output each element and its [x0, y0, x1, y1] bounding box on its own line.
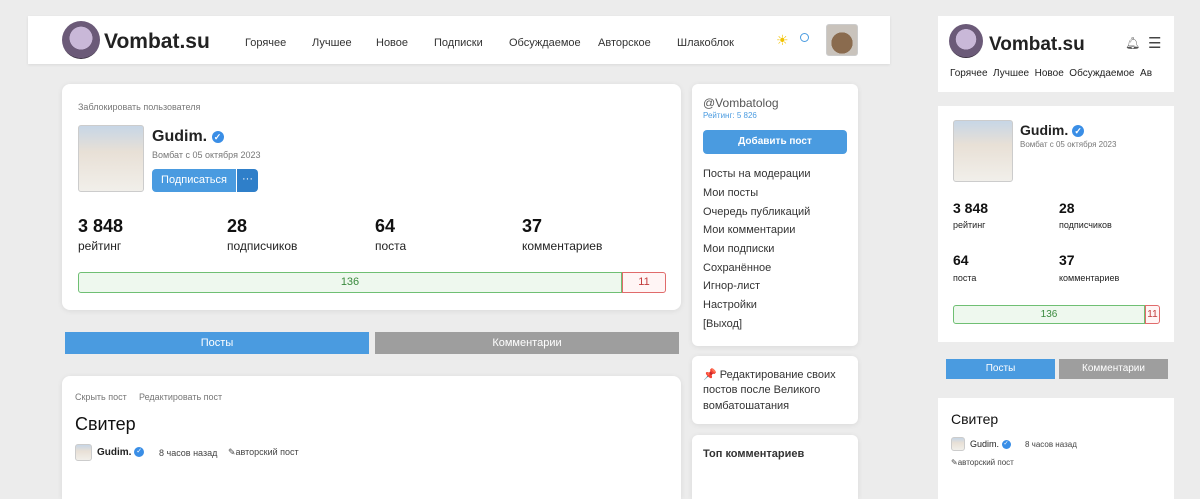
mobile-stat-rating-value: 3 848: [953, 200, 989, 216]
mobile-stat-comments-label: комментариев: [1059, 273, 1120, 283]
mobile-nav[interactable]: Горячее Лучшее Новое Обсуждаемое Ав: [950, 68, 1164, 79]
more-button[interactable]: ···: [237, 169, 258, 192]
hide-post-link[interactable]: Скрыть пост: [75, 392, 127, 402]
profile-avatar: [78, 125, 144, 192]
stat-comments-label: комментариев: [522, 239, 603, 253]
mobile-stat-posts-label: поста: [953, 273, 977, 283]
menu-my-posts[interactable]: Мои посты: [703, 187, 758, 199]
post-title[interactable]: Свитер: [75, 414, 136, 435]
mobile-profile-name-row: Gudim. ✓: [1020, 122, 1085, 138]
stat-subscribers-label: подписчиков: [227, 239, 298, 253]
mobile-profile-since: Вомбат с 05 октября 2023: [1020, 140, 1117, 149]
post-tag[interactable]: авторский пост: [236, 447, 299, 457]
mobile-votes-plus-bar: 136: [953, 305, 1145, 324]
votes-plus-bar: 136: [78, 272, 622, 293]
notice-line-2[interactable]: постов после Великого: [703, 384, 820, 396]
verified-icon: ✓: [1072, 125, 1085, 138]
profile-since: Вомбат с 05 октября 2023: [152, 150, 261, 160]
post-time: 8 часов назад: [159, 448, 218, 458]
search-icon[interactable]: [800, 33, 809, 42]
verified-icon: ✓: [211, 130, 224, 143]
menu-ignore-list[interactable]: Игнор-лист: [703, 280, 760, 292]
stat-subscribers-value: 28: [227, 216, 248, 236]
stat-comments-value: 37: [522, 216, 543, 236]
stat-rating-value: 3 848: [78, 216, 124, 236]
menu-saved[interactable]: Сохранённое: [703, 262, 771, 274]
mobile-tab-posts[interactable]: Посты: [946, 359, 1055, 379]
mobile-post-title[interactable]: Свитер: [951, 411, 998, 427]
mobile-stat-posts-value: 64: [953, 252, 969, 268]
nav-block[interactable]: Шлакоблок: [677, 37, 734, 49]
verified-icon: ✓: [1001, 440, 1011, 450]
sidebar-username[interactable]: @Vombatolog: [703, 96, 779, 110]
block-user-link[interactable]: Заблокировать пользователя: [78, 102, 200, 112]
mobile-author-avatar[interactable]: [951, 437, 965, 451]
mobile-author-name[interactable]: Gudim.: [970, 439, 999, 449]
notice-line-1[interactable]: 📌 Редактирование своих: [703, 368, 836, 381]
profile-name: Gudim.: [152, 128, 208, 145]
verified-icon: ✓: [134, 447, 145, 458]
edit-pencil-icon: ✎: [951, 458, 958, 467]
nav-hot[interactable]: Горячее: [245, 37, 286, 49]
mobile-post-tag[interactable]: авторский пост: [958, 458, 1014, 467]
votes-minus-bar: 11: [622, 272, 666, 293]
mobile-profile-name: Gudim.: [1020, 122, 1069, 138]
mobile-votes-minus-bar: 11: [1145, 305, 1160, 324]
nav-author[interactable]: Авторское: [598, 37, 651, 49]
notice-line-3[interactable]: вомбатошатания: [703, 400, 789, 412]
mobile-post-time: 8 часов назад: [1025, 440, 1077, 449]
bell-icon[interactable]: 🔔︎: [1125, 36, 1140, 50]
profile-name-row: Gudim. ✓: [152, 128, 224, 146]
nav-best[interactable]: Лучшее: [312, 37, 352, 49]
nav-new[interactable]: Новое: [376, 37, 408, 49]
mobile-tab-comments[interactable]: Комментарии: [1059, 359, 1168, 379]
stat-posts-label: поста: [375, 239, 407, 253]
menu-logout[interactable]: [Выход]: [703, 318, 742, 330]
post-tag-row: ✎авторский пост: [228, 447, 299, 458]
brand-name[interactable]: Vombat.su: [104, 30, 210, 54]
menu-settings[interactable]: Настройки: [703, 299, 757, 311]
mobile-stat-comments-value: 37: [1059, 252, 1075, 268]
post-author-row: Gudim. ✓: [97, 447, 145, 458]
nav-subscriptions[interactable]: Подписки: [434, 37, 483, 49]
stat-posts-value: 64: [375, 216, 396, 236]
nav-discussed[interactable]: Обсуждаемое: [509, 37, 581, 49]
post-author-avatar[interactable]: [75, 444, 92, 461]
sidebar-rating: Рейтинг: 5 826: [703, 111, 757, 120]
mobile-brand-name[interactable]: Vombat.su: [989, 34, 1085, 56]
hamburger-icon[interactable]: ☰: [1148, 34, 1161, 52]
post-author-name[interactable]: Gudim.: [97, 447, 131, 458]
add-post-button[interactable]: Добавить пост: [703, 130, 847, 154]
sun-icon[interactable]: ☀: [776, 32, 789, 49]
stat-rating-label: рейтинг: [78, 239, 122, 253]
tab-comments[interactable]: Комментарии: [375, 332, 679, 354]
mobile-stat-subscribers-label: подписчиков: [1059, 220, 1112, 230]
tab-posts[interactable]: Посты: [65, 332, 369, 354]
subscribe-button[interactable]: Подписаться: [152, 169, 236, 192]
logo-icon[interactable]: [62, 21, 100, 59]
top-comments-title: Топ комментариев: [703, 448, 805, 460]
menu-moderation[interactable]: Посты на модерации: [703, 168, 811, 180]
edit-post-link[interactable]: Редактировать пост: [139, 392, 222, 402]
mobile-stat-rating-label: рейтинг: [953, 220, 986, 230]
mobile-logo-icon[interactable]: [949, 24, 983, 58]
mobile-author-row: Gudim. ✓: [970, 439, 1011, 450]
menu-my-subscriptions[interactable]: Мои подписки: [703, 243, 774, 255]
edit-pencil-icon: ✎: [228, 447, 236, 457]
mobile-post-tag-row: ✎авторский пост: [951, 458, 1014, 467]
mobile-profile-avatar: [953, 120, 1013, 182]
mobile-stat-subscribers-value: 28: [1059, 200, 1075, 216]
header-avatar[interactable]: [826, 24, 858, 56]
menu-my-comments[interactable]: Мои комментарии: [703, 224, 795, 236]
top-comments-card: [692, 435, 858, 499]
menu-queue[interactable]: Очередь публикаций: [703, 206, 810, 218]
